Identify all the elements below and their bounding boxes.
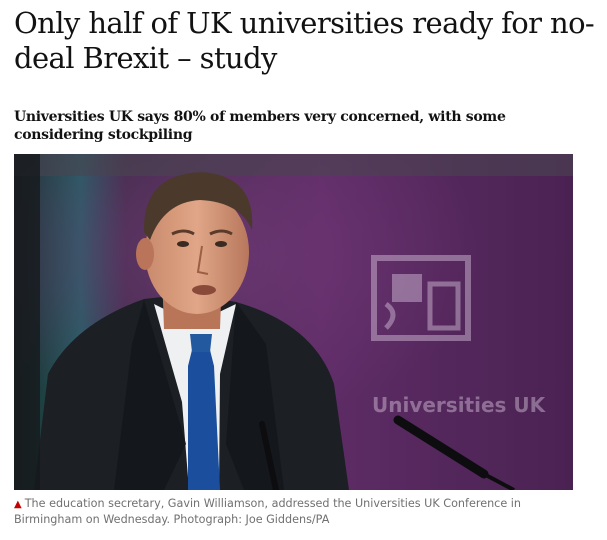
article-headline: Only half of UK universities ready for n… — [14, 6, 595, 75]
photo-caption: ▲ The education secretary, Gavin Williams… — [14, 496, 589, 527]
backdrop-logo-text: Universities UK — [372, 393, 547, 417]
photo-scene: Universities UK — [14, 154, 573, 490]
article-main-photo: Universities UK — [14, 154, 573, 490]
caption-text: The education secretary, Gavin Williamso… — [14, 497, 521, 526]
caption-triangle-icon: ▲ — [14, 499, 22, 510]
article-standfirst: Universities UK says 80% of members very… — [14, 109, 506, 143]
